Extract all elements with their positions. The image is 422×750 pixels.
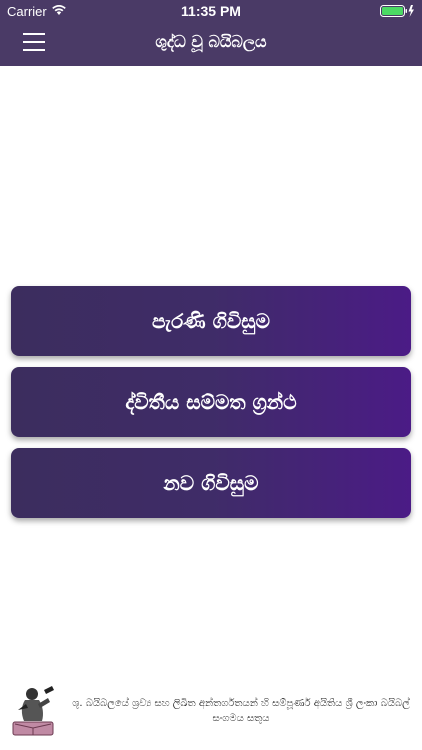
new-testament-button[interactable]: නව ගිවිසුම (11, 448, 411, 518)
testament-button-list: පැරණි ගිවිසුම ද්විතීය සම්මත ග්‍රන්ථ නව ග… (11, 286, 411, 529)
hamburger-menu-icon (23, 49, 45, 51)
copyright-notice: ශු. බයිබලයේ ශ්‍රව්‍ය සහ ලිඛිත අන්තර්ගතයන… (72, 698, 410, 724)
battery-icon (380, 5, 414, 17)
clock-time: 11:35 PM (181, 3, 241, 19)
bible-society-logo-icon (12, 686, 54, 736)
old-testament-button[interactable]: පැරණි ගිවිසුම (11, 286, 411, 356)
page-title: ශුද්ධ වූ බයිබලය (155, 32, 267, 51)
app-screen: Carrier 11:35 PM ශුද්ධ වූ බයිබලය පැරණි ග… (0, 0, 422, 750)
deuterocanonical-button[interactable]: ද්විතීය සම්මත ග්‍රන්ථ (11, 367, 411, 437)
hamburger-menu-icon (23, 41, 45, 43)
footer: ශු. බයිබලයේ ශ්‍රව්‍ය සහ ලිඛිත අන්තර්ගතයන… (0, 680, 422, 740)
menu-button[interactable] (23, 33, 45, 51)
hamburger-menu-icon (23, 33, 45, 35)
status-bar: Carrier 11:35 PM (0, 0, 422, 22)
navigation-bar: Carrier 11:35 PM ශුද්ධ වූ බයිබලය (0, 0, 422, 66)
